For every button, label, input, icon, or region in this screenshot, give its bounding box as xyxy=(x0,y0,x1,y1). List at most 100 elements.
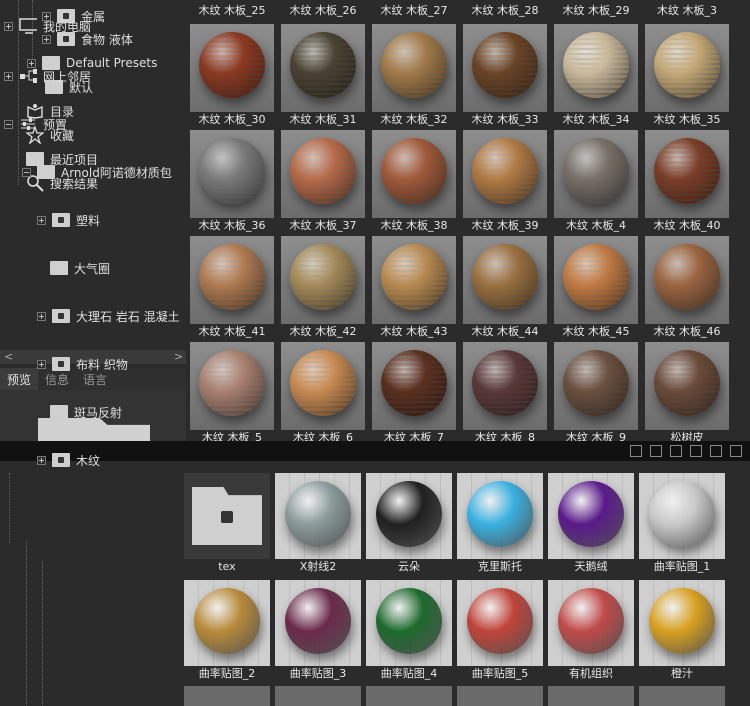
material-name: 木纹 木板_42 xyxy=(289,325,357,338)
material-thumbnail xyxy=(190,24,274,112)
material-thumbnail xyxy=(463,342,547,430)
material-tile[interactable]: 木纹 木板_45 xyxy=(554,236,638,340)
material-tile[interactable]: 木纹 木板_32 xyxy=(372,24,456,128)
material-tile[interactable]: 木纹 木板_8 xyxy=(463,342,547,446)
material-thumbnail xyxy=(457,473,543,559)
expand-icon[interactable] xyxy=(4,21,13,31)
material-tile-partial[interactable] xyxy=(366,686,452,706)
tree-item-label: 我的电脑 xyxy=(43,19,92,34)
material-name: 木纹 木板_31 xyxy=(289,113,357,126)
scroll-left-arrow-icon[interactable]: < xyxy=(4,350,13,363)
folder-tree-bottom: 我的电脑网上邻居预置 Arnold阿诺德材质包塑料大气圈大理石 岩石 混凝土 布料 … xyxy=(0,18,180,706)
material-tile[interactable]: 曲率贴图_4 xyxy=(366,580,452,682)
material-tile[interactable]: 天鹅绒 xyxy=(548,473,634,575)
material-tile[interactable]: 有机组织 xyxy=(548,580,634,682)
material-name: 木纹 木板_26 xyxy=(289,4,357,17)
expand-icon[interactable] xyxy=(37,359,46,369)
material-tile[interactable]: 松树皮 xyxy=(645,342,729,446)
material-thumbnail xyxy=(281,24,365,112)
material-tile[interactable]: 橙汁 xyxy=(639,580,725,682)
tree-item-network[interactable]: 网上邻居 xyxy=(4,66,91,86)
filter-icon[interactable] xyxy=(690,445,702,457)
material-tile[interactable]: 木纹 木板_7 xyxy=(372,342,456,446)
material-tile[interactable]: 木纹 木板_37 xyxy=(281,130,365,234)
view-icon[interactable] xyxy=(630,445,642,457)
grid-icon[interactable] xyxy=(650,445,662,457)
material-tile[interactable]: 木纹 木板_4 xyxy=(554,130,638,234)
material-tile[interactable]: 木纹 木板_35 xyxy=(645,24,729,128)
expand-icon[interactable] xyxy=(4,71,13,81)
material-tile[interactable]: 木纹 木板_26 xyxy=(281,3,365,19)
tree-item-label: 木纹 xyxy=(76,453,101,468)
material-tile[interactable]: tex xyxy=(184,473,270,575)
folder-icon xyxy=(50,261,68,275)
material-tile-partial[interactable] xyxy=(184,686,270,706)
material-thumbnail xyxy=(275,580,361,666)
expand-icon[interactable] xyxy=(37,215,46,225)
material-tile[interactable]: 曲率贴图_2 xyxy=(184,580,270,682)
expand-icon[interactable] xyxy=(37,455,46,465)
material-tile[interactable]: 曲率贴图_3 xyxy=(275,580,361,682)
material-tile[interactable]: 木纹 木板_46 xyxy=(645,236,729,340)
tab-preview[interactable]: 预览 xyxy=(0,368,39,390)
material-sphere xyxy=(472,32,538,98)
material-sphere xyxy=(381,350,447,416)
material-tile[interactable]: 木纹 木板_36 xyxy=(190,130,274,234)
material-tile[interactable]: 木纹 木板_3 xyxy=(645,3,729,19)
material-tile[interactable]: 木纹 木板_28 xyxy=(463,3,547,19)
material-thumbnail xyxy=(463,236,547,324)
material-tile[interactable]: 曲率贴图_5 xyxy=(457,580,543,682)
list-icon[interactable] xyxy=(670,445,682,457)
material-tile[interactable]: 木纹 木板_30 xyxy=(190,24,274,128)
material-tile-partial[interactable] xyxy=(457,686,543,706)
expand-icon[interactable] xyxy=(37,311,46,321)
material-tile[interactable]: 克里斯托 xyxy=(457,473,543,575)
material-tile-partial[interactable] xyxy=(639,686,725,706)
material-tile[interactable]: 木纹 木板_29 xyxy=(554,3,638,19)
tree-item-wood[interactable]: 木纹 xyxy=(37,450,100,470)
material-tile[interactable]: 木纹 木板_44 xyxy=(463,236,547,340)
tree-item-presets[interactable]: 预置 xyxy=(4,114,67,134)
material-tile[interactable]: 木纹 木板_9 xyxy=(554,342,638,446)
material-tile[interactable]: 云朵 xyxy=(366,473,452,575)
close-icon[interactable] xyxy=(730,445,742,457)
material-tile[interactable]: 木纹 木板_39 xyxy=(463,130,547,234)
material-tile[interactable]: 木纹 木板_42 xyxy=(281,236,365,340)
material-tile[interactable]: 木纹 木板_34 xyxy=(554,24,638,128)
material-tile[interactable]: 木纹 木板_38 xyxy=(372,130,456,234)
tree-item-label: 网上邻居 xyxy=(43,69,92,84)
tree-item-my-computer[interactable]: 我的电脑 xyxy=(4,16,91,36)
material-tile[interactable]: 木纹 木板_31 xyxy=(281,24,365,128)
material-tile[interactable]: 木纹 木板_6 xyxy=(281,342,365,446)
tree-item-zebra-reflection[interactable]: 斑马反射 xyxy=(50,402,122,422)
material-tile[interactable]: 木纹 木板_5 xyxy=(190,342,274,446)
material-tile[interactable]: 木纹 木板_33 xyxy=(463,24,547,128)
material-tile-partial[interactable] xyxy=(548,686,634,706)
expand-icon[interactable] xyxy=(22,167,31,177)
tree-item-plastic[interactable]: 塑料 xyxy=(37,210,100,230)
tree-item-atmosphere[interactable]: 大气圈 xyxy=(50,258,110,278)
settings-icon[interactable] xyxy=(710,445,722,457)
material-tile[interactable]: 木纹 木板_27 xyxy=(372,3,456,19)
material-tile[interactable]: 木纹 木板_25 xyxy=(190,3,274,19)
material-tile[interactable]: 木纹 木板_43 xyxy=(372,236,456,340)
material-tile-partial[interactable] xyxy=(275,686,361,706)
tree-item-cloth-fabric[interactable]: 布料 织物 xyxy=(37,354,128,374)
material-name: 木纹 木板_39 xyxy=(471,219,539,232)
material-name: 木纹 木板_25 xyxy=(198,4,266,17)
material-name: 木纹 木板_35 xyxy=(653,113,721,126)
material-tile[interactable]: 曲率贴图_1 xyxy=(639,473,725,575)
material-thumbnail xyxy=(457,580,543,666)
material-name: 云朵 xyxy=(398,560,420,573)
tree-item-arnold-pack[interactable]: Arnold阿诺德材质包 xyxy=(22,162,172,182)
material-tile[interactable]: X射线2 xyxy=(275,473,361,575)
material-thumbnail xyxy=(554,24,638,112)
material-sphere xyxy=(381,244,447,310)
scroll-right-arrow-icon[interactable]: > xyxy=(174,350,183,363)
tree-item-marble-rock-concrete[interactable]: 大理石 岩石 混凝土 xyxy=(37,306,180,326)
expand-icon[interactable] xyxy=(4,119,13,129)
material-tile[interactable]: 木纹 木板_40 xyxy=(645,130,729,234)
material-tile[interactable]: 木纹 木板_41 xyxy=(190,236,274,340)
material-name: 木纹 木板_46 xyxy=(653,325,721,338)
material-sphere xyxy=(381,32,447,98)
